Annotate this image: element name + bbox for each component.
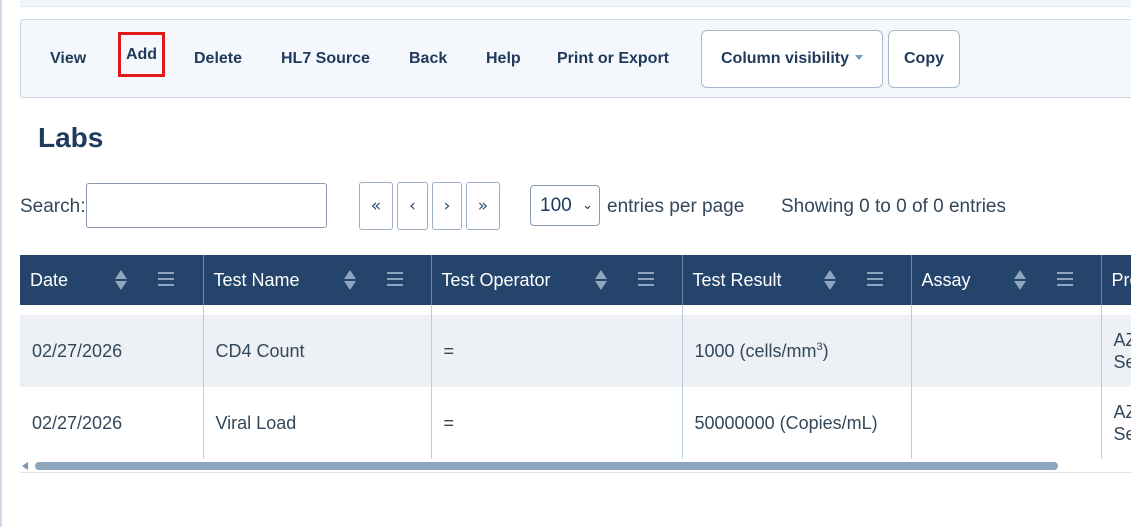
column-header-provider[interactable]: Pro xyxy=(1101,255,1131,305)
entries-per-page-value: 100 xyxy=(540,195,572,216)
cell-result: 1000 (cells/mm3) xyxy=(682,315,912,387)
hl7-source-button[interactable]: HL7 Source xyxy=(281,20,370,99)
sort-icon[interactable] xyxy=(823,268,837,292)
column-menu-icon[interactable] xyxy=(637,272,654,286)
labs-table: Date Test Name Test Operator Test Result xyxy=(20,255,1131,475)
provider-line: Se xyxy=(1113,352,1131,372)
column-label: Pro xyxy=(1111,270,1131,290)
column-label: Assay xyxy=(921,270,971,290)
print-export-button[interactable]: Print or Export xyxy=(557,20,669,99)
sort-icon[interactable] xyxy=(1013,268,1027,292)
table-row[interactable]: 02/27/2026 CD4 Count = 1000 (cells/mm3) … xyxy=(20,315,1131,387)
column-menu-icon[interactable] xyxy=(386,272,403,286)
view-button[interactable]: View xyxy=(50,20,86,99)
cell-provider: AZSe xyxy=(1101,315,1131,387)
cell-result: 50000000 (Copies/mL) xyxy=(682,387,912,459)
scrollbar-thumb[interactable] xyxy=(35,462,1058,470)
search-input[interactable] xyxy=(86,183,327,228)
cell-provider: AZSe xyxy=(1101,387,1131,459)
spacer-row xyxy=(20,305,1131,315)
cell-test-name: CD4 Count xyxy=(203,315,432,387)
sort-icon[interactable] xyxy=(114,268,128,292)
top-strip xyxy=(20,0,1131,7)
sort-icon[interactable] xyxy=(343,268,357,292)
entries-per-page-label: entries per page xyxy=(607,196,745,217)
provider-line: Se xyxy=(1113,424,1131,444)
column-visibility-label: Column visibility xyxy=(720,50,849,67)
first-page-button[interactable]: « xyxy=(359,182,393,230)
column-menu-icon[interactable] xyxy=(158,272,174,286)
column-label: Test Result xyxy=(692,270,782,290)
column-header-test-name[interactable]: Test Name xyxy=(203,255,432,305)
column-header-date[interactable]: Date xyxy=(20,255,204,305)
prev-page-button[interactable]: ‹ xyxy=(397,182,428,230)
cell-test-name: Viral Load xyxy=(203,387,432,459)
table-info: Showing 0 to 0 of 0 entries xyxy=(781,196,1006,217)
column-menu-icon[interactable] xyxy=(866,272,883,286)
result-value: 50000000 (Copies/mL) xyxy=(694,412,878,433)
copy-button[interactable]: Copy xyxy=(888,30,960,88)
copy-label: Copy xyxy=(904,50,944,67)
scroll-left-arrow-icon[interactable] xyxy=(22,462,28,470)
provider-line: AZ xyxy=(1113,330,1131,350)
search-label: Search: xyxy=(20,196,86,217)
last-page-button[interactable]: » xyxy=(466,182,500,230)
caret-down-icon xyxy=(855,55,863,61)
column-visibility-button[interactable]: Column visibility xyxy=(701,30,883,88)
next-page-button[interactable]: › xyxy=(432,182,462,230)
page-left-border xyxy=(0,0,2,527)
column-menu-icon[interactable] xyxy=(1056,272,1073,286)
divider xyxy=(20,472,1131,473)
horizontal-scrollbar[interactable] xyxy=(20,461,1131,472)
column-header-assay[interactable]: Assay xyxy=(911,255,1102,305)
add-button[interactable]: Add xyxy=(118,32,165,77)
column-label: Test Name xyxy=(213,270,300,290)
help-button[interactable]: Help xyxy=(486,20,521,99)
cell-date: 02/27/2026 xyxy=(20,387,204,459)
table-header-row: Date Test Name Test Operator Test Result xyxy=(20,255,1131,305)
back-button[interactable]: Back xyxy=(409,20,447,99)
entries-per-page-select[interactable]: 100 ⌄ xyxy=(530,185,600,226)
column-label: Test Operator xyxy=(441,270,551,290)
sort-icon[interactable] xyxy=(594,268,608,292)
table-row[interactable]: 02/27/2026 Viral Load = 50000000 (Copies… xyxy=(20,387,1131,459)
cell-assay xyxy=(911,387,1102,459)
column-label: Date xyxy=(30,270,69,290)
chevron-down-icon: ⌄ xyxy=(582,198,593,213)
cell-assay xyxy=(911,315,1102,387)
result-value: 1000 (cells/mm xyxy=(694,340,817,361)
result-suffix: ) xyxy=(822,340,829,361)
delete-button[interactable]: Delete xyxy=(194,20,242,99)
page-title: Labs xyxy=(38,122,104,153)
column-header-test-result[interactable]: Test Result xyxy=(682,255,912,305)
toolbar: View Add Delete HL7 Source Back Help Pri… xyxy=(20,19,1131,98)
cell-operator: = xyxy=(431,387,683,459)
column-header-test-operator[interactable]: Test Operator xyxy=(431,255,683,305)
cell-operator: = xyxy=(431,315,683,387)
provider-line: AZ xyxy=(1113,402,1131,422)
cell-date: 02/27/2026 xyxy=(20,315,204,387)
